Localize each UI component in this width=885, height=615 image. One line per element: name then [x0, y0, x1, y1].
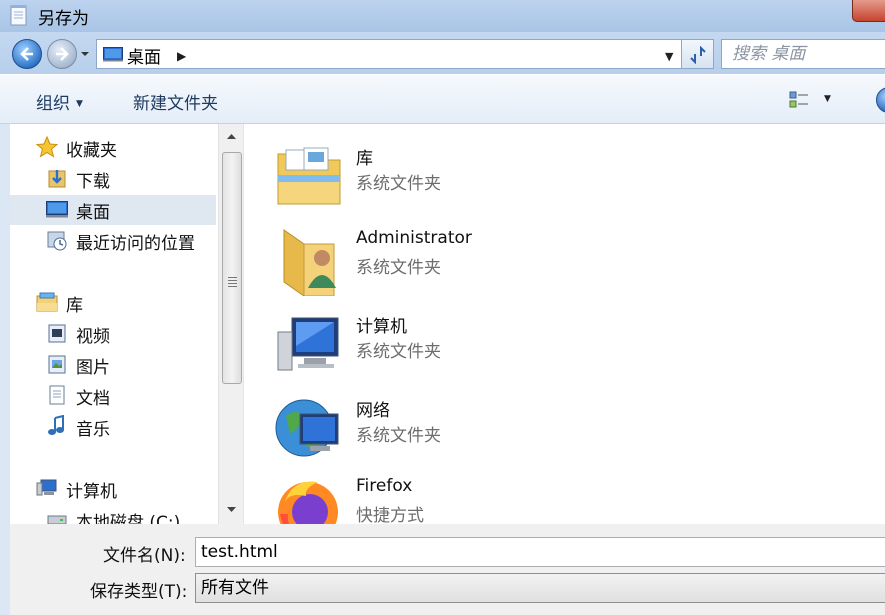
sidebar-group-libraries[interactable]: 库: [36, 288, 216, 318]
list-item[interactable]: Administrator 系统文件夹: [274, 226, 574, 306]
sidebar-item-recent-places[interactable]: 最近访问的位置: [46, 226, 216, 256]
computer-icon: [36, 479, 57, 496]
address-dropdown-icon[interactable]: ▼: [665, 50, 673, 63]
filetype-label: 保存类型(T):: [90, 582, 188, 602]
sidebar-item-label: 下载: [76, 172, 110, 192]
notepad-icon: [10, 5, 27, 26]
sidebar-item-label: 本地磁盘 (C:): [76, 513, 181, 524]
organize-label: 组织: [36, 94, 70, 114]
window-title: 另存为: [38, 9, 89, 29]
firefox-icon: [278, 481, 338, 524]
sidebar-item-pictures[interactable]: 图片: [46, 350, 216, 380]
help-button[interactable]: [876, 87, 885, 113]
list-item[interactable]: 计算机 系统文件夹: [274, 310, 574, 390]
address-bar[interactable]: 桌面 ▶ ▼: [96, 39, 682, 69]
forward-button[interactable]: [47, 39, 77, 69]
sidebar-item-label: 文档: [76, 389, 110, 409]
view-dropdown-icon[interactable]: ▼: [824, 94, 831, 104]
libraries-icon: [36, 292, 58, 312]
sidebar-group-label: 收藏夹: [66, 141, 117, 161]
desktop-icon: [103, 47, 123, 62]
arrow-right-icon: [56, 47, 69, 61]
breadcrumb-chevron-icon[interactable]: ▶: [177, 49, 186, 63]
libraries-folder-icon: [277, 147, 341, 205]
file-type: 系统文件夹: [356, 174, 441, 194]
star-icon: [36, 136, 58, 158]
back-button[interactable]: [12, 39, 42, 69]
local-disk-icon: [47, 515, 67, 524]
filename-input[interactable]: test.html: [195, 537, 885, 567]
scroll-thumb[interactable]: [222, 152, 242, 384]
sidebar-item-label: 桌面: [76, 203, 110, 223]
navigation-pane: 收藏夹 下载 桌面 最近访问的位置 库 视频 图片 文档 音乐 计算机 本地磁盘…: [10, 124, 218, 524]
sidebar-item-downloads[interactable]: 下载: [46, 164, 216, 194]
sidebar-item-label: 音乐: [76, 420, 110, 440]
pictures-icon: [48, 355, 66, 374]
title-bar: 另存为: [0, 0, 885, 32]
sidebar-item-documents[interactable]: 文档: [46, 381, 216, 411]
file-name: 网络: [356, 401, 390, 421]
sidebar-group-computer[interactable]: 计算机: [36, 474, 216, 504]
organize-menu-button[interactable]: 组织 ▼: [36, 89, 83, 114]
sidebar-group-label: 计算机: [66, 482, 117, 502]
file-name: 库: [356, 149, 373, 169]
videos-icon: [48, 324, 66, 343]
sidebar-group-label: 库: [66, 296, 83, 316]
file-name: Firefox: [356, 476, 413, 496]
network-icon: [275, 399, 339, 457]
sidebar-item-music[interactable]: 音乐: [46, 412, 216, 442]
new-folder-button[interactable]: 新建文件夹: [133, 89, 218, 114]
file-name: Administrator: [356, 228, 472, 248]
file-name: 计算机: [356, 317, 407, 337]
recent-places-icon: [47, 231, 67, 251]
address-row: 桌面 ▶ ▼ 搜索 桌面: [0, 32, 885, 74]
navigation-scrollbar[interactable]: [218, 124, 243, 524]
sidebar-item-desktop[interactable]: 桌面: [10, 195, 216, 225]
user-folder-icon: [283, 229, 336, 296]
filename-label: 文件名(N):: [103, 546, 186, 566]
scroll-down-icon[interactable]: [219, 496, 244, 522]
address-location: 桌面: [127, 48, 161, 68]
file-type: 快捷方式: [356, 506, 424, 524]
command-bar: 组织 ▼ 新建文件夹 ▼: [0, 74, 885, 124]
list-item[interactable]: 网络 系统文件夹: [274, 394, 574, 474]
search-input[interactable]: 搜索 桌面: [721, 39, 885, 69]
refresh-icon: [690, 46, 706, 64]
file-type: 系统文件夹: [356, 426, 441, 446]
refresh-button[interactable]: [682, 39, 714, 69]
sidebar-item-label: 视频: [76, 327, 110, 347]
sidebar-item-label: 图片: [76, 358, 110, 378]
list-item[interactable]: Firefox 快捷方式: [274, 474, 574, 524]
downloads-icon: [48, 170, 66, 188]
documents-icon: [49, 385, 65, 405]
view-options-icon[interactable]: [788, 89, 810, 111]
filetype-select[interactable]: 所有文件: [195, 573, 885, 603]
grip-icon: [228, 277, 237, 289]
list-item[interactable]: 库 系统文件夹: [274, 142, 574, 222]
sidebar-item-videos[interactable]: 视频: [46, 319, 216, 349]
save-form: 文件名(N): test.html 保存类型(T): 所有文件: [0, 524, 885, 615]
file-type: 系统文件夹: [356, 258, 441, 278]
arrow-left-icon: [20, 47, 33, 61]
sidebar-group-favorites[interactable]: 收藏夹: [36, 133, 216, 163]
computer-icon: [277, 317, 339, 371]
file-list: 库 系统文件夹 Administrator 系统文件夹 计算机 系统文件夹 网络…: [243, 124, 885, 524]
window-frame-edge: [0, 524, 10, 615]
close-button[interactable]: [852, 0, 885, 22]
file-type: 系统文件夹: [356, 342, 441, 362]
sidebar-item-label: 最近访问的位置: [76, 234, 195, 254]
desktop-icon: [46, 201, 68, 218]
sidebar-item-local-disk[interactable]: 本地磁盘 (C:): [46, 505, 216, 524]
chevron-down-icon: ▼: [76, 99, 83, 109]
music-icon: [48, 415, 64, 435]
scroll-up-icon[interactable]: [219, 124, 244, 150]
recent-pages-dropdown[interactable]: [80, 49, 90, 59]
